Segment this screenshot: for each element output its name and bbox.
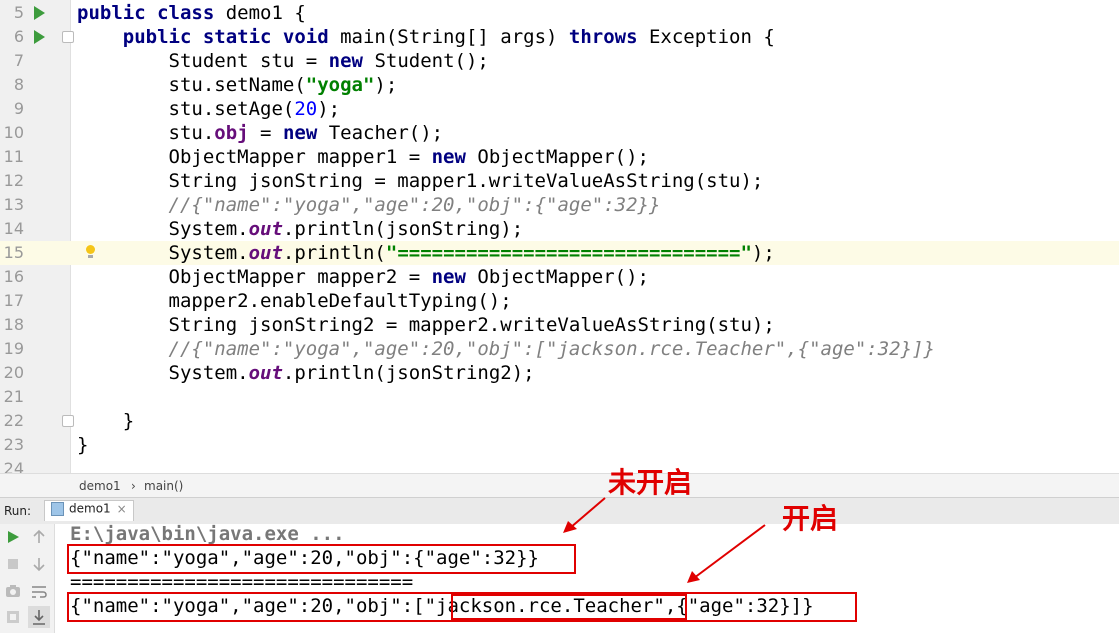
annotation-not-enabled: 未开启: [608, 466, 693, 499]
annotation-enabled: 开启: [782, 502, 839, 535]
annotation-arrows: [563, 497, 766, 583]
